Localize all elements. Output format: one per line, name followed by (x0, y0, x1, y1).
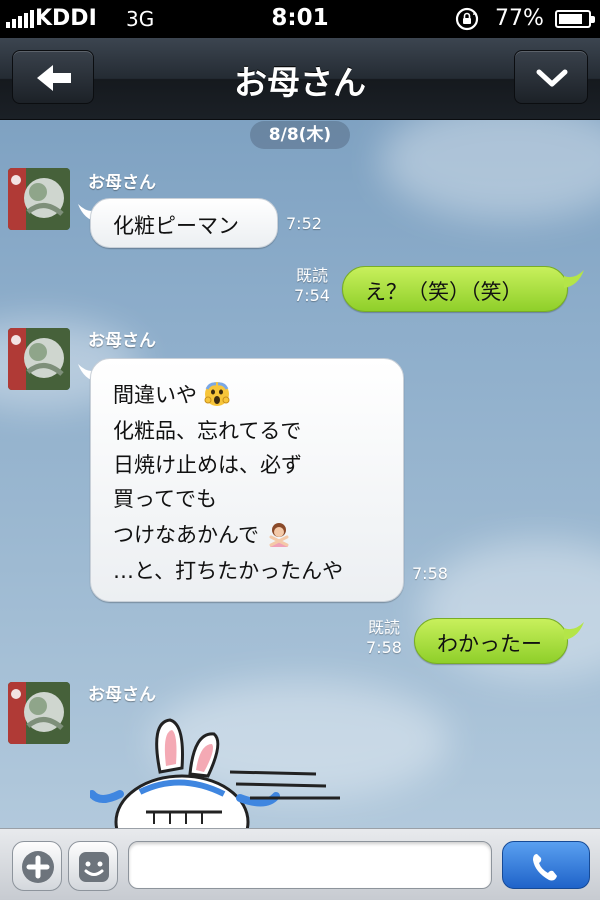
message-time: 7:52 (286, 214, 322, 233)
avatar-image (8, 682, 70, 744)
chat-area[interactable]: 8/8(木) お母さん 化粧ピーマン 7:52 既読 7:54 え？（笑）（笑） (0, 120, 600, 828)
sender-name: お母さん (88, 173, 156, 193)
chevron-down-icon (536, 69, 568, 87)
status-bar: KDDI 3G 8:01 77% (0, 0, 600, 38)
smiley-icon (79, 852, 109, 882)
message-text-line: …と、打ちたかったんや (113, 559, 344, 583)
input-bar (0, 828, 600, 900)
battery-icon (555, 10, 595, 28)
page-title: お母さん (234, 63, 366, 102)
avatar-image (8, 168, 70, 230)
add-button[interactable] (12, 841, 62, 891)
crying-bunny-sticker[interactable] (90, 712, 350, 828)
nav-bar: お母さん (0, 38, 600, 120)
message-bubble-incoming[interactable]: 間違いや 化粧品、忘れてるで 日焼け止めは、必ず 買ってでも つけなあかんで …… (90, 358, 404, 602)
message-time: 7:58 (366, 638, 402, 657)
no-gesture-woman-icon (269, 523, 289, 547)
message-text: え？（笑）（笑） (365, 280, 523, 304)
date-separator: 8/8(木) (250, 121, 350, 149)
avatar-image (8, 328, 70, 390)
phone-icon (533, 854, 557, 881)
message-text-line: 化粧品、忘れてるで (113, 419, 302, 443)
message-bubble-incoming[interactable]: 化粧ピーマン (90, 198, 278, 248)
avatar[interactable] (8, 682, 70, 744)
battery-percent: 77% (495, 6, 544, 31)
call-button[interactable] (502, 841, 590, 889)
sticker-button[interactable] (68, 841, 118, 891)
plus-icon (22, 851, 54, 883)
message-text-line: つけなあかんで (113, 519, 292, 549)
sender-name: お母さん (88, 331, 156, 351)
read-receipt: 既読 (295, 266, 328, 285)
message-bubble-outgoing[interactable]: わかったー (414, 618, 568, 664)
message-bubble-outgoing[interactable]: え？（笑）（笑） (342, 266, 568, 312)
message-time: 7:54 (294, 286, 330, 305)
message-time: 7:58 (412, 564, 448, 583)
bubble-tail (564, 270, 584, 288)
read-receipt: 既読 (367, 618, 400, 637)
menu-button[interactable] (514, 50, 588, 104)
rotation-lock-icon (455, 7, 479, 31)
message-text: 化粧ピーマン (113, 214, 239, 238)
message-text-line: 間違いや (113, 379, 230, 409)
sender-name: お母さん (88, 685, 156, 705)
avatar[interactable] (8, 168, 70, 230)
message-text-line: 買ってでも (113, 487, 217, 511)
message-input[interactable] (128, 841, 492, 889)
message-text: わかったー (437, 632, 542, 656)
message-text-line: 日焼け止めは、必ず (113, 453, 302, 477)
avatar[interactable] (8, 328, 70, 390)
bubble-tail (564, 622, 584, 640)
scream-face-icon (204, 382, 230, 406)
